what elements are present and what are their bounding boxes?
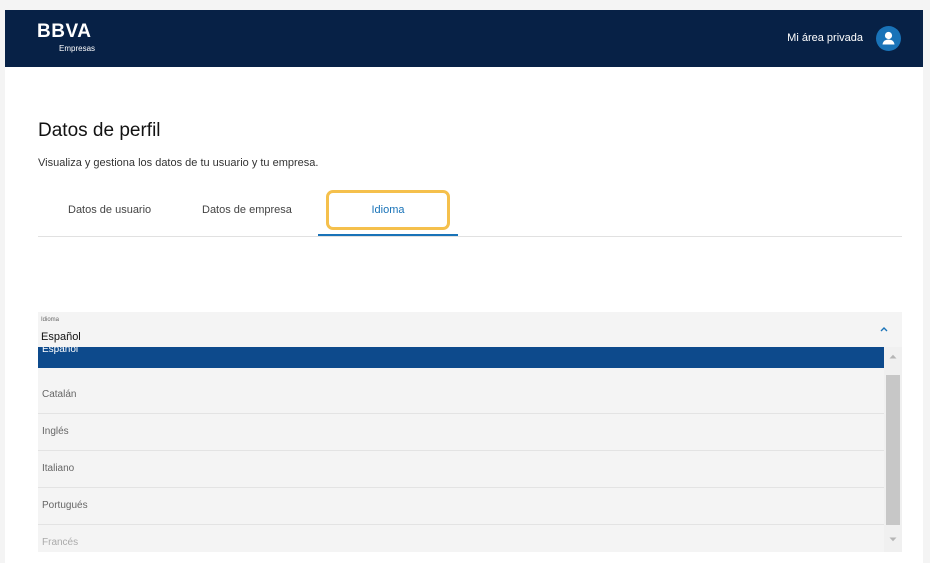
- logo-subtitle: Empresas: [59, 44, 96, 53]
- option-ingles[interactable]: Inglés: [38, 414, 884, 451]
- tab-company-data[interactable]: Datos de empresa: [202, 203, 292, 217]
- scroll-up-arrow-icon[interactable]: [889, 354, 897, 359]
- language-select[interactable]: Idioma Español: [38, 312, 902, 347]
- dropdown-scrollbar[interactable]: [884, 347, 902, 552]
- app-frame: BBVA Empresas Mi área privada Datos de p…: [5, 10, 923, 563]
- profile-tabs: Datos de usuario Datos de empresa Idioma: [38, 190, 902, 237]
- scroll-down-arrow-icon[interactable]: [889, 537, 897, 542]
- logo-brand: BBVA: [37, 21, 92, 42]
- option-label: Inglés: [42, 426, 69, 437]
- option-label: Italiano: [42, 463, 75, 474]
- option-italiano[interactable]: Italiano: [38, 451, 884, 488]
- tab-user-data[interactable]: Datos de usuario: [68, 203, 151, 217]
- chevron-up-icon[interactable]: [880, 326, 888, 332]
- bbva-logo[interactable]: BBVA Empresas: [37, 22, 95, 54]
- user-icon[interactable]: [876, 26, 901, 51]
- private-area-link[interactable]: Mi área privada: [787, 32, 863, 45]
- option-portugues[interactable]: Portugués: [38, 488, 884, 525]
- option-label: Catalán: [42, 389, 77, 400]
- page-subtitle: Visualiza y gestiona los datos de tu usu…: [38, 157, 319, 169]
- language-select-label: Idioma: [41, 317, 60, 323]
- page-title: Datos de perfil: [38, 120, 161, 141]
- top-navigation-bar: BBVA Empresas Mi área privada: [5, 10, 923, 67]
- option-espanol[interactable]: Español: [38, 347, 884, 368]
- option-label: Francés: [42, 537, 79, 548]
- tab-language[interactable]: Idioma: [318, 190, 458, 236]
- scrollbar-thumb[interactable]: [886, 375, 900, 525]
- tab-language-label: Idioma: [371, 204, 405, 216]
- option-label: Portugués: [42, 500, 88, 511]
- option-label: Español: [42, 347, 79, 355]
- language-select-value: Español: [41, 331, 81, 343]
- option-catalan[interactable]: Catalán: [38, 377, 884, 414]
- language-options-list[interactable]: Español Catalán Inglés Italiano Portugué…: [38, 347, 902, 552]
- option-frances[interactable]: Francés: [38, 525, 884, 552]
